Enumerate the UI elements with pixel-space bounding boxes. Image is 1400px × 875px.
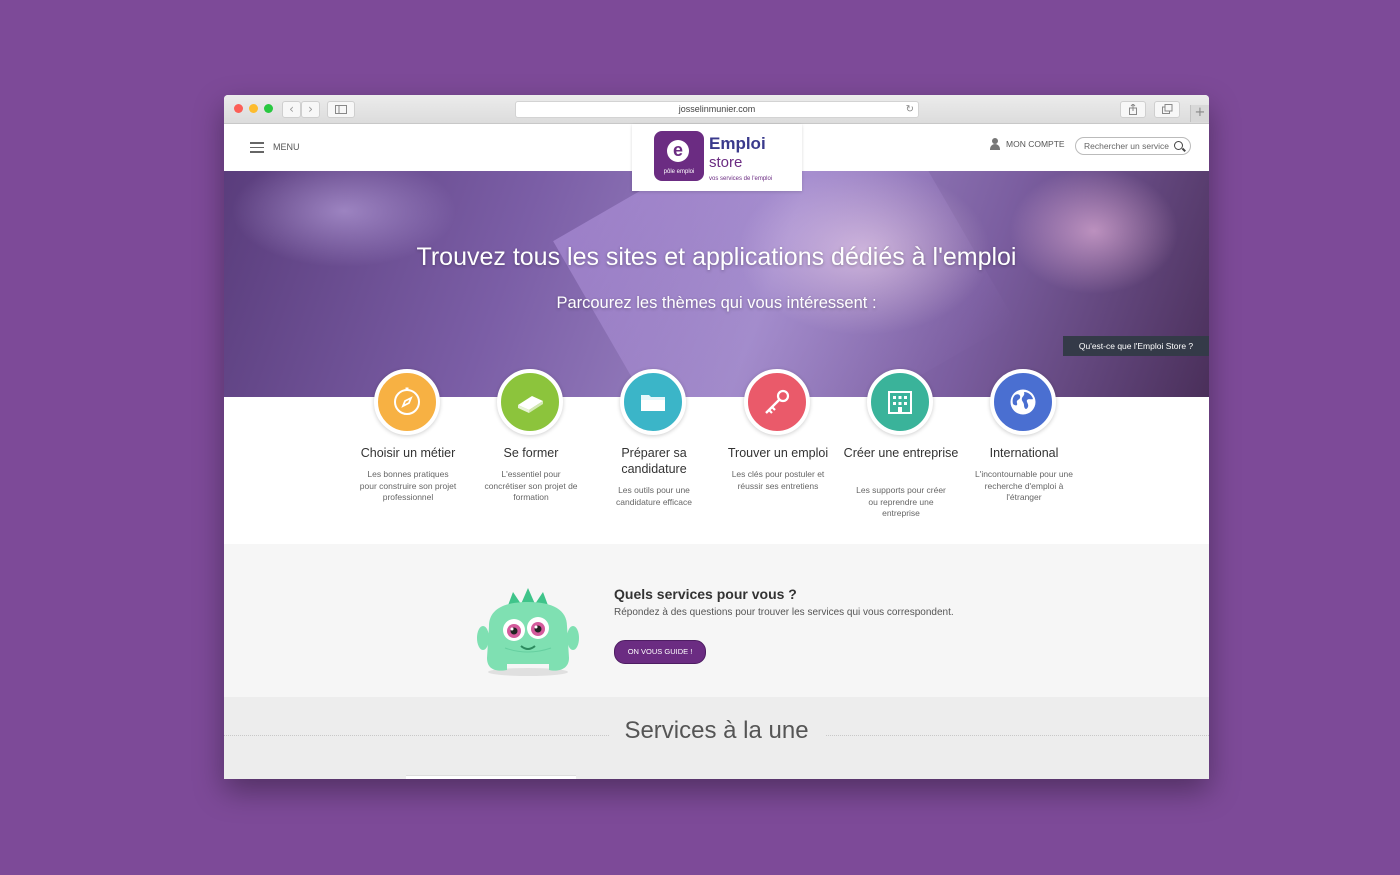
back-button[interactable]: ‹	[282, 101, 301, 118]
themes-row: Choisir un métier Les bonnes pratiques p…	[224, 369, 1209, 544]
close-window-button[interactable]	[234, 104, 243, 113]
theme-description: L'essentiel pour concrétiser son projet …	[484, 469, 578, 502]
monster-mascot-icon	[477, 588, 579, 676]
account-link[interactable]: MON COMPTE	[990, 138, 1065, 150]
theme-title: Préparer sa candidature	[621, 446, 687, 476]
chevron-right-icon: ›	[308, 102, 313, 116]
building-icon	[867, 369, 933, 435]
guide-title: Quels services pour vous ?	[614, 586, 797, 602]
sidebar-icon	[335, 105, 347, 114]
site-logo[interactable]: e pôle emploi Emploi store vos services …	[632, 124, 802, 191]
theme-description: L'incontournable pour une recherche d'em…	[974, 469, 1074, 502]
menu-button[interactable]: MENU	[250, 140, 300, 154]
theme-title: Créer une entreprise	[843, 446, 959, 460]
globe-icon	[990, 369, 1056, 435]
theme-description: Les clés pour postuler et réussir ses en…	[731, 469, 825, 491]
hero-banner: Trouvez tous les sites et applications d…	[224, 171, 1209, 397]
tabs-overview-button[interactable]	[1154, 101, 1180, 118]
logo-name-line1: Emploi	[709, 134, 766, 153]
address-bar[interactable]: josselinmunier.com ↻	[515, 101, 919, 118]
zoom-window-button[interactable]	[264, 104, 273, 113]
url-text: josselinmunier.com	[678, 104, 756, 114]
theme-description: Les supports pour créer ou reprendre une…	[856, 485, 946, 518]
hero-subtitle: Parcourez les thèmes qui vous intéressen…	[556, 294, 877, 312]
pole-emploi-logo-icon: e pôle emploi	[654, 131, 704, 181]
guide-section: Quels services pour vous ? Répondez à de…	[224, 544, 1209, 697]
logo-name-line2: store	[709, 154, 743, 171]
guide-button[interactable]: ON VOUS GUIDE !	[614, 640, 706, 664]
theme-title: Trouver un emploi	[727, 446, 829, 460]
browser-toolbar: ‹ › josselinmunier.com ↻ +	[224, 95, 1209, 124]
share-button[interactable]	[1120, 101, 1146, 118]
search-box	[1075, 137, 1191, 155]
account-label: MON COMPTE	[1006, 139, 1065, 149]
share-icon	[1129, 103, 1137, 115]
theme-description: Les outils pour une candidature efficace	[616, 485, 692, 507]
menu-label: MENU	[273, 142, 300, 152]
featured-services-section: Services à la une	[224, 697, 1209, 779]
tabs-icon	[1161, 104, 1172, 114]
hamburger-icon	[250, 142, 264, 153]
book-icon	[497, 369, 563, 435]
reload-icon[interactable]: ↻	[906, 102, 914, 117]
plus-icon: +	[1194, 105, 1206, 120]
guide-description: Répondez à des questions pour trouver le…	[614, 607, 954, 618]
featured-title: Services à la une	[624, 717, 809, 744]
browser-window: ‹ › josselinmunier.com ↻ + MENU MON COMP…	[224, 95, 1209, 779]
forward-button[interactable]: ›	[301, 101, 320, 118]
chevron-left-icon: ‹	[289, 102, 294, 116]
theme-title: Se former	[503, 446, 559, 460]
key-icon	[744, 369, 810, 435]
logo-tagline: vos services de l'emploi	[709, 176, 773, 182]
search-icon[interactable]	[1174, 141, 1183, 150]
new-tab-button[interactable]: +	[1190, 105, 1209, 122]
hero-title: Trouvez tous les sites et applications d…	[416, 243, 1017, 271]
folder-icon	[620, 369, 686, 435]
compass-icon	[374, 369, 440, 435]
about-emploi-store-link[interactable]: Qu'est-ce que l'Emploi Store ?	[1063, 336, 1209, 356]
user-icon	[990, 138, 1000, 150]
sidebar-toggle-button[interactable]	[327, 101, 355, 118]
theme-title: Choisir un métier	[360, 446, 456, 460]
theme-description: Les bonnes pratiques pour construire son…	[359, 469, 457, 502]
featured-card[interactable]	[406, 775, 576, 779]
search-input[interactable]	[1084, 138, 1172, 154]
theme-title: International	[989, 446, 1059, 460]
minimize-window-button[interactable]	[249, 104, 258, 113]
